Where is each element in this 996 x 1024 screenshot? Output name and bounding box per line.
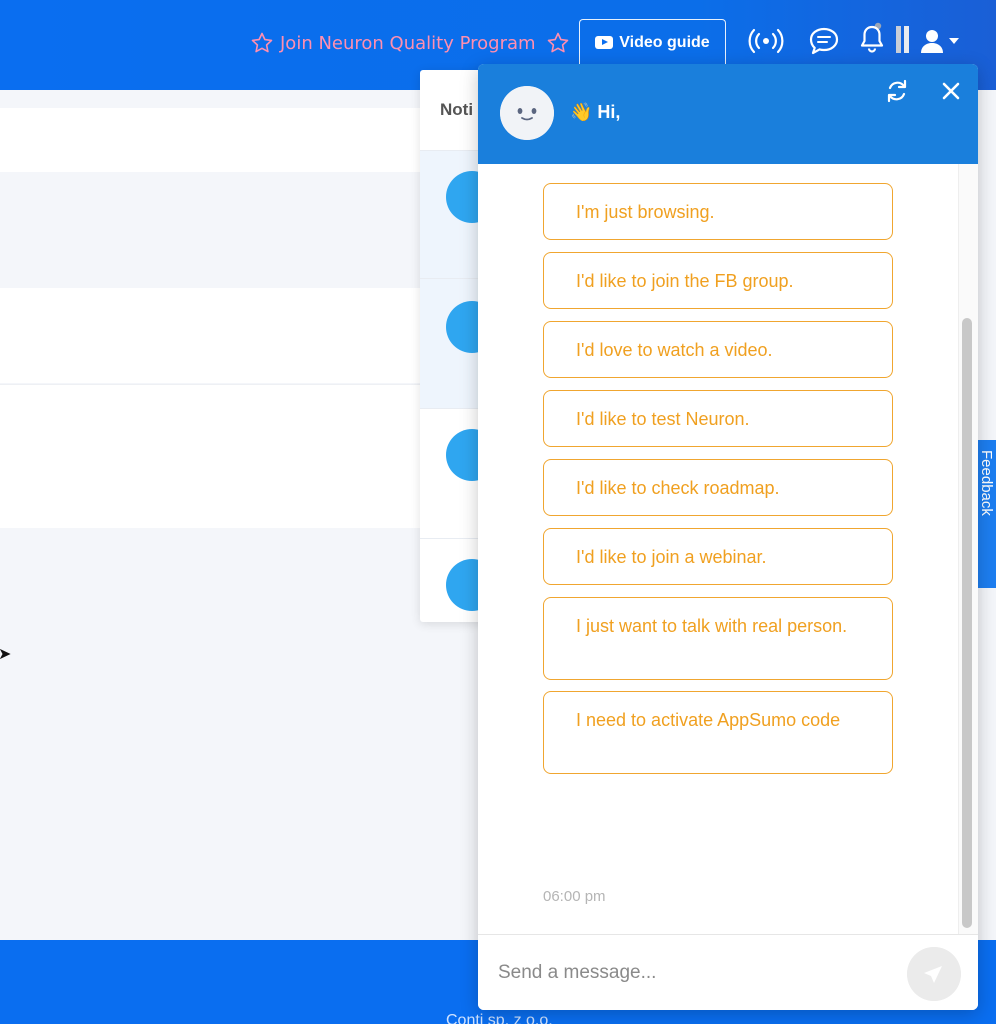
video-guide-button[interactable]: Video guide xyxy=(579,19,726,65)
quick-reply-option[interactable]: I'd like to test Neuron. xyxy=(543,390,893,447)
send-icon[interactable] xyxy=(907,947,961,1001)
chat-bubble-icon[interactable] xyxy=(808,26,840,56)
bell-icon[interactable] xyxy=(858,22,886,54)
quick-reply-option[interactable]: I need to activate AppSumo code xyxy=(543,691,893,774)
quick-reply-option[interactable]: I'd like to join the FB group. xyxy=(543,252,893,309)
video-guide-label: Video guide xyxy=(619,33,710,51)
feedback-tab[interactable]: Feedback xyxy=(976,440,996,588)
bot-avatar xyxy=(500,86,554,140)
feedback-label: Feedback xyxy=(978,450,995,516)
scrollbar-thumb[interactable] xyxy=(962,318,972,928)
message-timestamp: 06:00 pm xyxy=(543,888,606,905)
quality-program-label: Join Neuron Quality Program xyxy=(280,32,536,54)
user-menu-icon[interactable] xyxy=(920,28,962,54)
chat-messages[interactable]: I'm just browsing. I'd like to join the … xyxy=(478,164,958,934)
quick-reply-option[interactable]: I just want to talk with real person. xyxy=(543,597,893,680)
content-card xyxy=(0,384,420,528)
quick-reply-option[interactable]: I'm just browsing. xyxy=(543,183,893,240)
chat-header: 👋 Hi, xyxy=(478,64,978,164)
mouse-cursor: ➤ xyxy=(0,646,12,663)
message-composer xyxy=(478,934,978,1010)
message-input[interactable] xyxy=(498,953,898,993)
signal-bars-icon xyxy=(896,26,909,53)
broadcast-icon[interactable] xyxy=(748,26,784,56)
content-card xyxy=(0,288,420,383)
chat-greeting: 👋 Hi, xyxy=(570,102,621,122)
quick-reply-option[interactable]: I'd like to check roadmap. xyxy=(543,459,893,516)
chat-widget: 👋 Hi, I'm just browsing. I'd like to joi… xyxy=(478,64,978,1010)
youtube-icon xyxy=(595,36,614,49)
content-card xyxy=(0,172,420,288)
star-icon xyxy=(251,32,273,53)
quick-reply-option[interactable]: I'd like to join a webinar. xyxy=(543,528,893,585)
star-icon xyxy=(547,32,568,53)
notifications-title: Noti xyxy=(440,100,474,119)
refresh-icon[interactable] xyxy=(884,78,910,104)
quick-reply-option[interactable]: I'd love to watch a video. xyxy=(543,321,893,378)
close-icon[interactable] xyxy=(938,78,964,104)
footer-text: Conti sp. z o.o. xyxy=(446,1012,553,1024)
content-card xyxy=(0,108,420,172)
quality-program-link[interactable]: Join Neuron Quality Program xyxy=(250,30,570,56)
